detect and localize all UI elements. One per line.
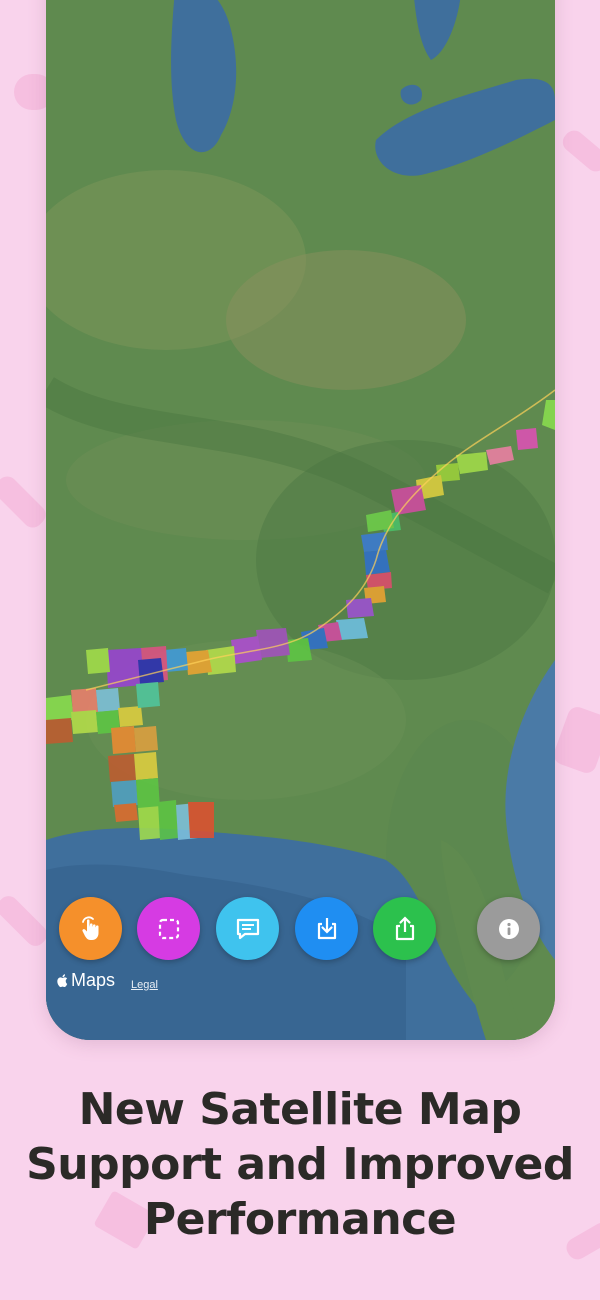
select-region-button[interactable] bbox=[137, 897, 200, 960]
touch-tool-button[interactable] bbox=[59, 897, 122, 960]
headline: New Satellite Map Support and Improved P… bbox=[0, 1082, 600, 1247]
headline-line-2: Support and Improved bbox=[26, 1139, 574, 1190]
hand-pointer-icon bbox=[81, 915, 98, 940]
download-tray-icon bbox=[317, 917, 336, 939]
share-upload-icon bbox=[395, 915, 414, 940]
satellite-map[interactable] bbox=[46, 0, 555, 1040]
download-button[interactable] bbox=[295, 897, 358, 960]
apple-logo-icon bbox=[57, 974, 68, 988]
speech-bubble-icon bbox=[236, 918, 259, 939]
background-decoration bbox=[558, 126, 600, 176]
background-decoration bbox=[0, 892, 51, 950]
share-button[interactable] bbox=[373, 897, 436, 960]
maps-label: Maps bbox=[71, 970, 116, 990]
map-attribution: Maps Legal bbox=[56, 970, 158, 991]
headline-line-3: Performance bbox=[143, 1194, 457, 1245]
info-icon bbox=[498, 918, 519, 939]
comment-button[interactable] bbox=[216, 897, 279, 960]
background-decoration bbox=[0, 472, 50, 532]
legal-link[interactable]: Legal bbox=[131, 979, 158, 991]
background-decoration bbox=[551, 704, 600, 776]
phone-screen: Maps Legal bbox=[46, 0, 555, 1040]
dashed-square-icon bbox=[158, 918, 179, 939]
info-button[interactable] bbox=[477, 897, 540, 960]
headline-line-1: New Satellite Map bbox=[78, 1084, 522, 1135]
apple-maps-logo: Maps bbox=[56, 970, 115, 991]
